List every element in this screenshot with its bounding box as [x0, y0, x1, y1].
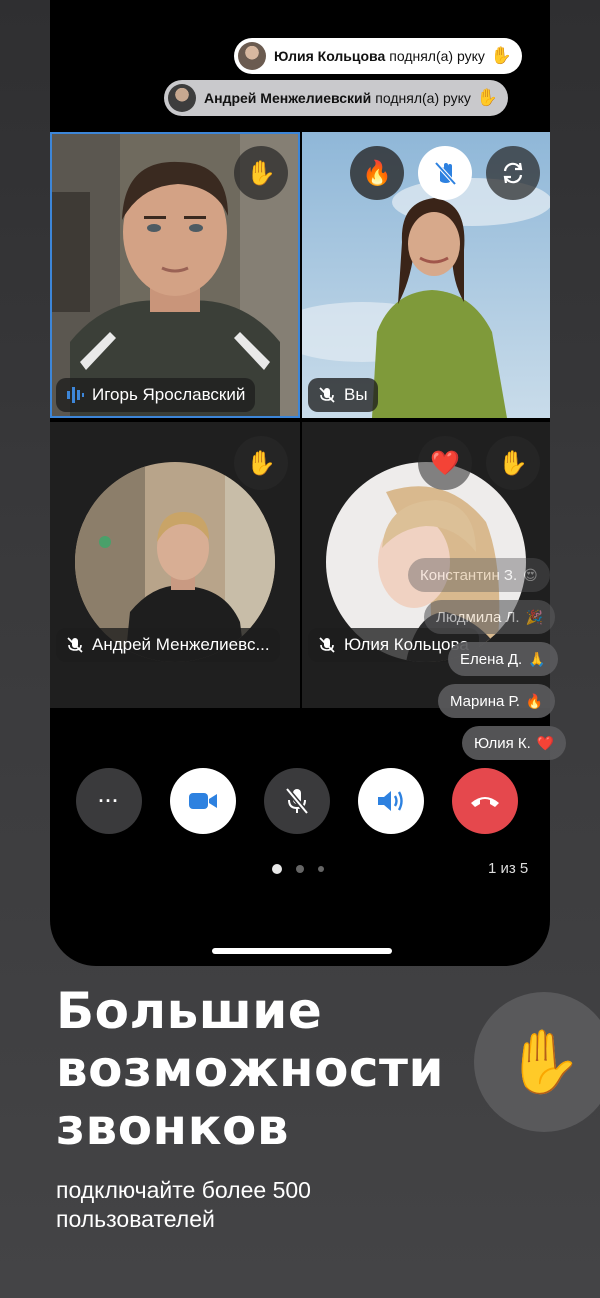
more-button[interactable]: ···: [76, 768, 142, 834]
reaction-button[interactable]: 🔥: [350, 146, 404, 200]
switch-camera-button[interactable]: [486, 146, 540, 200]
mic-off-icon: [285, 787, 309, 815]
camera-toggle-button[interactable]: [170, 768, 236, 834]
participant-name-badge: Игорь Ярославский: [56, 378, 256, 412]
hang-up-icon: [471, 797, 499, 807]
speaker-toggle-button[interactable]: [358, 768, 424, 834]
reaction-chip: Елена Д. 🙏: [448, 642, 558, 676]
end-call-button[interactable]: [452, 768, 518, 834]
switch-camera-icon: [503, 162, 523, 184]
raised-hand-icon: ✋: [234, 436, 288, 490]
reaction-chip: Юлия К. ❤️: [462, 726, 567, 760]
reaction-chip: Константин З. 😍: [408, 558, 550, 592]
participant-name-badge: Вы: [308, 378, 378, 412]
raised-hand-icon: ✋: [234, 146, 288, 200]
page-counter: 1 из 5: [488, 860, 529, 877]
promo-subtitle: подключайте более 500 пользователей: [56, 1177, 311, 1232]
speaker-icon: [378, 791, 403, 811]
promo-title: Большие возможности звонков: [56, 982, 445, 1156]
reaction-chip: Людмила Л. 🎉: [424, 600, 555, 634]
hand-off-icon: [434, 161, 457, 186]
avatar: [238, 42, 266, 70]
speaking-icon: [66, 386, 84, 404]
raise-hand-notification: Андрей Менжелиевский поднял(а) руку ✋: [164, 80, 509, 116]
reaction-chip: Марина Р. 🔥: [438, 684, 556, 718]
raise-hand-notification: Юлия Кольцова поднял(а) руку ✋: [234, 38, 523, 74]
phone-screen: Юлия Кольцова поднял(а) руку ✋ Андрей Ме…: [50, 0, 550, 966]
raised-hand-icon: ✋: [476, 88, 499, 107]
lower-hand-button[interactable]: [418, 146, 472, 200]
reaction-icon: ❤️: [418, 436, 472, 490]
participant-name-badge: Андрей Менжелиевс...: [56, 628, 280, 662]
home-indicator: [212, 948, 392, 954]
raised-hand-icon: ✋: [474, 992, 600, 1132]
mic-off-icon: [318, 636, 336, 654]
raised-hand-icon: ✋: [490, 46, 513, 65]
video-tile-self[interactable]: 🔥 Вы: [302, 132, 550, 418]
avatar: [168, 84, 196, 112]
video-camera-icon: [189, 793, 217, 809]
emoji-icon: 🎉: [525, 608, 543, 625]
page-dot[interactable]: [296, 865, 304, 873]
mic-toggle-button[interactable]: [264, 768, 330, 834]
emoji-icon: ❤️: [536, 734, 555, 751]
mic-off-icon: [66, 636, 84, 654]
page-dot-active[interactable]: [272, 864, 282, 874]
mic-off-icon: [318, 386, 336, 404]
emoji-icon: 😍: [523, 566, 538, 583]
page-indicator: [272, 864, 324, 874]
emoji-icon: 🙏: [528, 650, 546, 667]
video-tile-andrey[interactable]: ✋ Андрей Менжелиевс...: [50, 422, 300, 708]
raised-hand-icon: ✋: [486, 436, 540, 490]
page-dot[interactable]: [318, 866, 324, 872]
video-tile-igor[interactable]: ✋ Игорь Ярославский: [50, 132, 300, 418]
emoji-icon: 🔥: [525, 692, 544, 709]
